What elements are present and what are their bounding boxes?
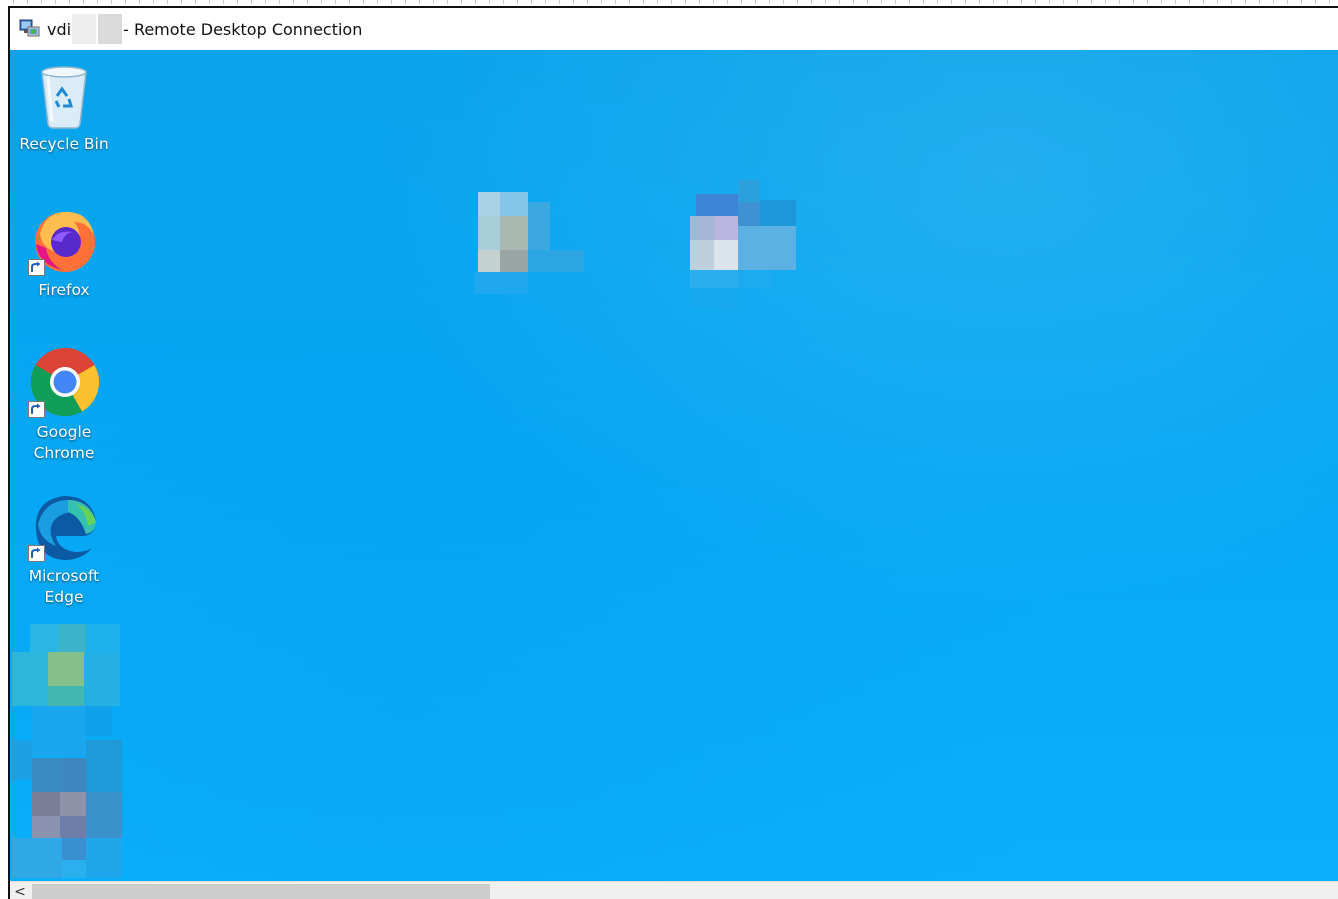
shortcut-arrow-icon: [28, 259, 45, 276]
shortcut-arrow-icon: [28, 401, 45, 418]
desktop-icon-firefox[interactable]: Firefox: [12, 204, 116, 301]
window-title-host: vdi: [47, 19, 72, 39]
window-title: - Remote Desktop Connection: [123, 19, 363, 39]
firefox-label: Firefox: [38, 281, 90, 299]
shortcut-arrow-icon: [28, 545, 45, 562]
recycle-bin-label: Recycle Bin: [19, 135, 109, 153]
firefox-icon: [28, 204, 100, 276]
screen-edge-ruler: [0, 0, 1338, 4]
desktop-icon-google-chrome[interactable]: Google Chrome: [12, 346, 116, 464]
scroll-left-button[interactable]: <: [10, 882, 30, 899]
remote-desktop-icon: [19, 18, 41, 40]
remote-desktop-background[interactable]: Recycle Bin Firefox Google Chrome Micros…: [10, 50, 1338, 881]
remote-desktop-window: vdi - Remote Desktop Connection Recycle …: [8, 6, 1338, 899]
recycle-bin-icon: [32, 62, 96, 130]
redacted-hostname-2: [98, 14, 123, 44]
chrome-icon: [28, 346, 100, 418]
desktop-icon-microsoft-edge[interactable]: Microsoft Edge: [12, 490, 116, 608]
google-chrome-label: Google Chrome: [33, 423, 95, 462]
redacted-hostname: [72, 14, 97, 44]
edge-icon: [28, 490, 100, 562]
horizontal-scrollbar[interactable]: <: [10, 881, 1338, 899]
scroll-thumb[interactable]: [32, 884, 490, 899]
desktop-icon-recycle-bin[interactable]: Recycle Bin: [12, 62, 116, 155]
title-bar[interactable]: vdi - Remote Desktop Connection: [10, 8, 1338, 50]
microsoft-edge-label: Microsoft Edge: [28, 567, 100, 606]
